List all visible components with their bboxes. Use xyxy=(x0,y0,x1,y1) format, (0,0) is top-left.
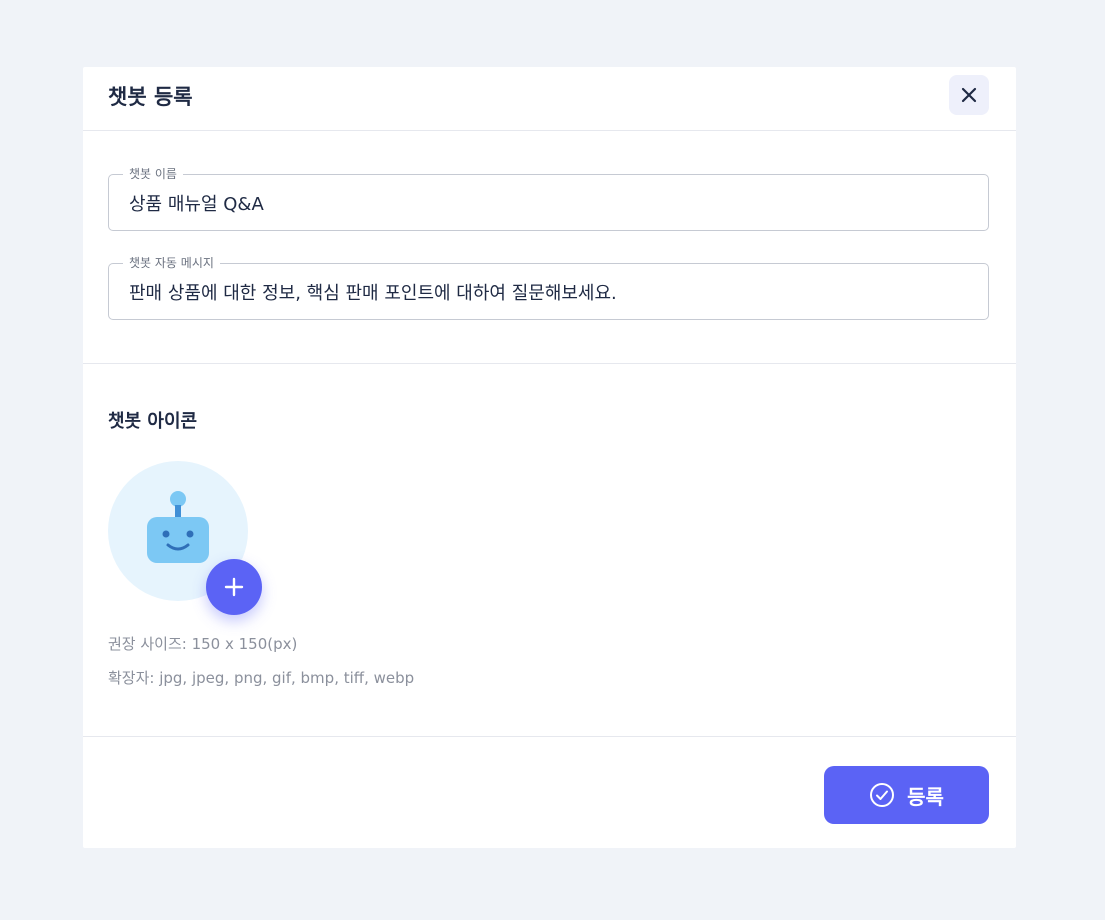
close-icon xyxy=(961,87,977,103)
register-button-label: 등록 xyxy=(907,784,944,809)
footer-divider xyxy=(83,736,1016,737)
check-circle-icon xyxy=(870,783,895,807)
chatbot-name-field[interactable]: 챗봇 이름 상품 매뉴얼 Q&A xyxy=(108,165,989,231)
add-icon-button[interactable] xyxy=(206,559,262,615)
close-button[interactable] xyxy=(949,75,989,115)
icon-section-title: 챗봇 아이콘 xyxy=(108,411,198,432)
chatbot-register-modal: 챗봇 등록 챗봇 이름 상품 매뉴얼 Q&A 챗봇 자동 메시지 판매 상품에 … xyxy=(83,67,1016,848)
chatbot-name-label: 챗봇 이름 xyxy=(123,165,183,183)
auto-message-label: 챗봇 자동 메시지 xyxy=(123,254,220,272)
recommended-size-hint: 권장 사이즈: 150 x 150(px) xyxy=(108,635,298,653)
auto-message-value[interactable]: 판매 상품에 대한 정보, 핵심 판매 포인트에 대하여 질문해보세요. xyxy=(129,279,617,305)
auto-message-field[interactable]: 챗봇 자동 메시지 판매 상품에 대한 정보, 핵심 판매 포인트에 대하여 질… xyxy=(108,254,989,320)
register-button[interactable]: 등록 xyxy=(824,766,989,824)
section-divider xyxy=(83,363,1016,364)
modal-title: 챗봇 등록 xyxy=(108,85,193,109)
extensions-hint: 확장자: jpg, jpeg, png, gif, bmp, tiff, web… xyxy=(108,669,415,687)
chatbot-name-value[interactable]: 상품 매뉴얼 Q&A xyxy=(129,190,264,216)
modal-header: 챗봇 등록 xyxy=(83,67,1016,131)
plus-icon xyxy=(224,577,244,597)
